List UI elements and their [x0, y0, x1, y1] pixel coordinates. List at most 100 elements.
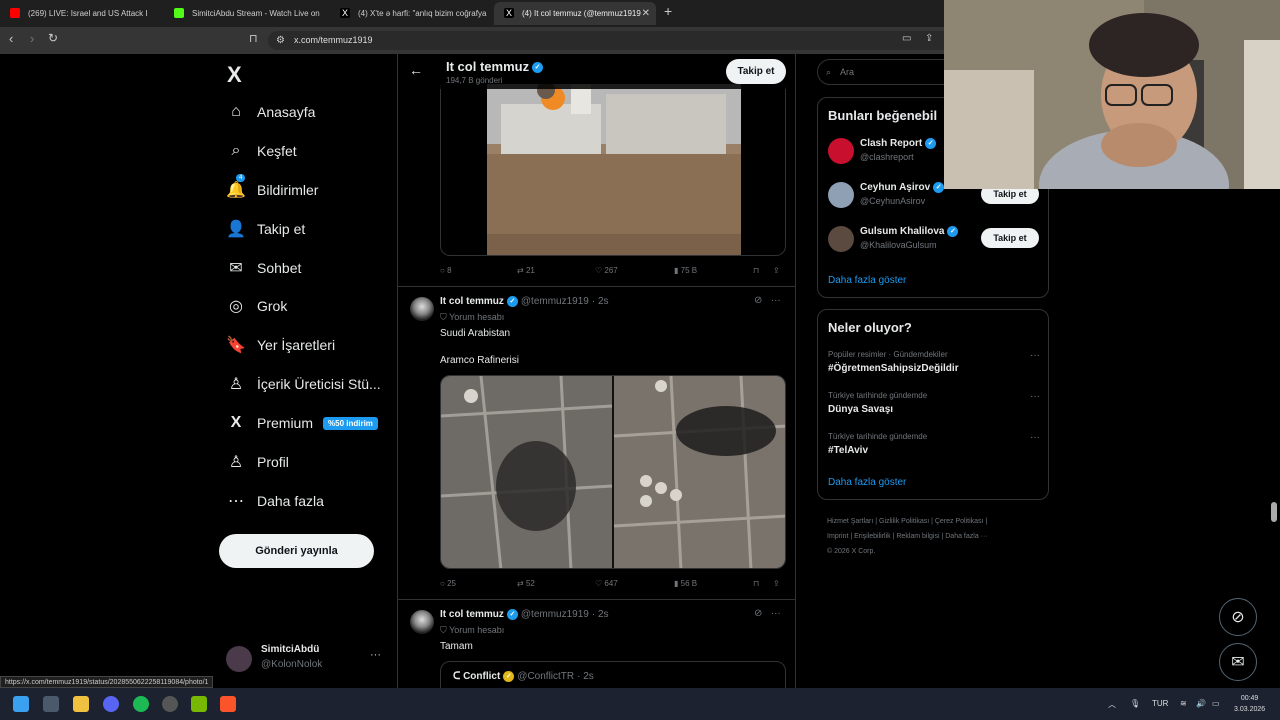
- spotify-icon[interactable]: [133, 696, 149, 712]
- sidebar-item-follow[interactable]: 👤 Takip et: [226, 214, 305, 244]
- post-button[interactable]: Gönderi yayınla: [219, 534, 374, 568]
- author-name: It col temmuz: [440, 296, 504, 308]
- profile-header: ← It col temmuz ✓ 194,7 B gönderi Takip e…: [398, 54, 795, 89]
- share-icon[interactable]: ⇪: [925, 33, 933, 44]
- suggestion-item[interactable]: Gulsum Khalilova ✓ @KhalilovaGulsum Takip…: [828, 224, 1040, 254]
- footer-line[interactable]: Imprint | Erişilebilirlik | Reklam bilgi…: [827, 529, 1042, 544]
- browser-toolbar: ‹ › ↻ ⊓ ⚙ x.com/temmuz1919 ▭ ⇪: [0, 27, 944, 54]
- sidebar-item-notifications[interactable]: 🔔 4 Bildirimler: [226, 174, 318, 205]
- battery-icon[interactable]: ▭: [1212, 699, 1220, 708]
- more-icon[interactable]: ···: [1030, 432, 1040, 443]
- sidebar-item-creator-studio[interactable]: ♙ İçerik Üreticisi Stü...: [226, 369, 381, 399]
- x-icon: X: [504, 8, 514, 18]
- home-icon: ⌂: [231, 103, 241, 120]
- views-button[interactable]: ▮ 56 B: [674, 579, 697, 588]
- messages-fab-button[interactable]: ✉: [1219, 643, 1257, 681]
- like-button[interactable]: ♡ 267: [595, 266, 618, 275]
- sidebar-item-bookmarks[interactable]: 🔖 Yer İşaretleri: [226, 330, 335, 360]
- quoted-tweet[interactable]: ᑕ Conflict ✓ @ConflictTR · 2s: [440, 661, 786, 688]
- reply-button[interactable]: ○ 8: [440, 266, 452, 275]
- avatar: [828, 138, 854, 164]
- discord-icon[interactable]: [103, 696, 119, 712]
- bookmark-icon[interactable]: ⊓: [249, 32, 258, 45]
- sidebar-item-chat[interactable]: ✉ Sohbet: [226, 253, 301, 283]
- panel-title: Neler oluyor?: [828, 320, 912, 335]
- suggestion-handle: @clashreport: [860, 152, 914, 162]
- close-tab-icon[interactable]: ✕: [642, 2, 650, 25]
- like-button[interactable]: ♡ 647: [595, 579, 618, 588]
- tweet-author[interactable]: It col temmuz ✓ @temmuz1919 · 2s: [440, 296, 609, 307]
- file-explorer-icon[interactable]: [73, 696, 89, 712]
- avatar[interactable]: [410, 297, 434, 321]
- sidebar-item-explore[interactable]: ⌕ Keşfet: [226, 136, 297, 166]
- back-icon[interactable]: ‹: [9, 31, 13, 46]
- bookmark-icon[interactable]: ⊓: [753, 266, 759, 275]
- mail-icon: ✉: [1231, 654, 1245, 671]
- x-logo[interactable]: X: [227, 62, 242, 88]
- browser-tabbar: (269) LIVE: Israel and US Attack I Simit…: [0, 0, 944, 27]
- sidebar-item-grok[interactable]: ◎ Grok: [226, 291, 287, 321]
- sidebar-item-profile[interactable]: ♙ Profil: [226, 447, 289, 477]
- grok-icon[interactable]: ⊘: [754, 608, 762, 619]
- grok-fab-button[interactable]: ⊘: [1219, 598, 1257, 636]
- grok-icon[interactable]: ⊘: [754, 295, 762, 306]
- bookmark-icon[interactable]: ⊓: [753, 579, 759, 588]
- steam-icon[interactable]: [162, 696, 178, 712]
- sidebar-item-premium[interactable]: X Premium %50 indirim: [226, 408, 378, 438]
- system-clock[interactable]: 00:49 3.03.2026: [1234, 693, 1265, 715]
- new-tab-button[interactable]: +: [664, 3, 672, 19]
- verified-icon: ✓: [933, 182, 945, 193]
- more-icon[interactable]: ···: [771, 608, 781, 619]
- more-icon[interactable]: ···: [370, 649, 381, 661]
- page-scrollbar[interactable]: [1271, 502, 1277, 522]
- tweet-media[interactable]: [440, 375, 786, 569]
- follow-button[interactable]: Takip et: [981, 228, 1039, 248]
- site-settings-icon[interactable]: ⚙: [276, 31, 285, 50]
- browser-tab-youtube[interactable]: (269) LIVE: Israel and US Attack I: [0, 2, 163, 25]
- browser-tab-x-search[interactable]: X (4) X'te ə harfi: "anlıq bizim coğrafy…: [330, 2, 492, 25]
- show-more-link[interactable]: Daha fazla göster: [828, 477, 906, 488]
- browser-tab-kick[interactable]: SimitciAbdu Stream - Watch Live on: [164, 2, 329, 25]
- follow-button[interactable]: Takip et: [726, 59, 786, 84]
- microphone-icon[interactable]: 🎙: [1130, 699, 1140, 708]
- chevron-up-icon[interactable]: ︿: [1108, 699, 1116, 710]
- trend-item[interactable]: Türkiye tarihinde gündemde Dünya Savaşı …: [828, 391, 1040, 421]
- tweet-media[interactable]: [440, 84, 786, 256]
- browser-tab-x-profile[interactable]: X (4) It col temmuz (@temmuz1919 ✕: [494, 2, 656, 25]
- bell-glyph: 🔔: [226, 182, 246, 199]
- trend-item[interactable]: Popüler resimler · Gündemdekiler #Öğretm…: [828, 350, 1040, 380]
- more-icon[interactable]: ···: [1030, 350, 1040, 361]
- cast-icon[interactable]: ▭: [902, 33, 911, 44]
- windows-start-icon[interactable]: [13, 696, 29, 712]
- sidebar-item-home[interactable]: ⌂ Anasayfa: [226, 97, 315, 127]
- volume-icon[interactable]: 🔊: [1196, 699, 1206, 708]
- show-more-link[interactable]: Daha fazla göster: [828, 275, 906, 286]
- back-arrow-icon[interactable]: ←: [409, 62, 423, 78]
- sidebar-item-more[interactable]: ⋯ Daha fazla: [226, 486, 324, 516]
- retweet-button[interactable]: ⇄ 52: [517, 579, 535, 588]
- address-bar[interactable]: ⚙ x.com/temmuz1919: [268, 31, 944, 50]
- tweet-author[interactable]: It col temmuz ✓ @temmuz1919 · 2s: [440, 609, 609, 620]
- mail-icon: ✉: [229, 260, 243, 277]
- views-button[interactable]: ▮ 75 B: [674, 266, 697, 275]
- more-icon[interactable]: ···: [1030, 391, 1040, 402]
- brave-browser-icon[interactable]: [220, 696, 236, 712]
- account-switcher[interactable]: SimitciAbdü @KolonNolok ···: [226, 642, 386, 674]
- trend-item[interactable]: Türkiye tarihinde gündemde #TelAviv ···: [828, 432, 1040, 462]
- retweet-button[interactable]: ⇄ 21: [517, 266, 535, 275]
- wifi-icon[interactable]: ≋: [1180, 699, 1187, 708]
- more-icon[interactable]: ···: [771, 295, 781, 306]
- subtitle-text: Yorum hesabı: [449, 625, 505, 635]
- reply-button[interactable]: ○ 25: [440, 579, 456, 588]
- share-icon[interactable]: ⇪: [773, 266, 780, 275]
- footer-line[interactable]: Hizmet Şartları | Gizlilik Politikası | …: [827, 514, 1042, 529]
- task-view-icon[interactable]: [43, 696, 59, 712]
- user-handle: @KolonNolok: [261, 659, 323, 670]
- reload-icon[interactable]: ↻: [48, 31, 58, 45]
- language-indicator[interactable]: TUR: [1152, 699, 1168, 708]
- avatar[interactable]: [410, 610, 434, 634]
- search-input[interactable]: ⌕ Ara: [817, 59, 957, 85]
- forward-icon[interactable]: ›: [30, 31, 34, 46]
- nvidia-icon[interactable]: [191, 696, 207, 712]
- share-icon[interactable]: ⇪: [773, 579, 780, 588]
